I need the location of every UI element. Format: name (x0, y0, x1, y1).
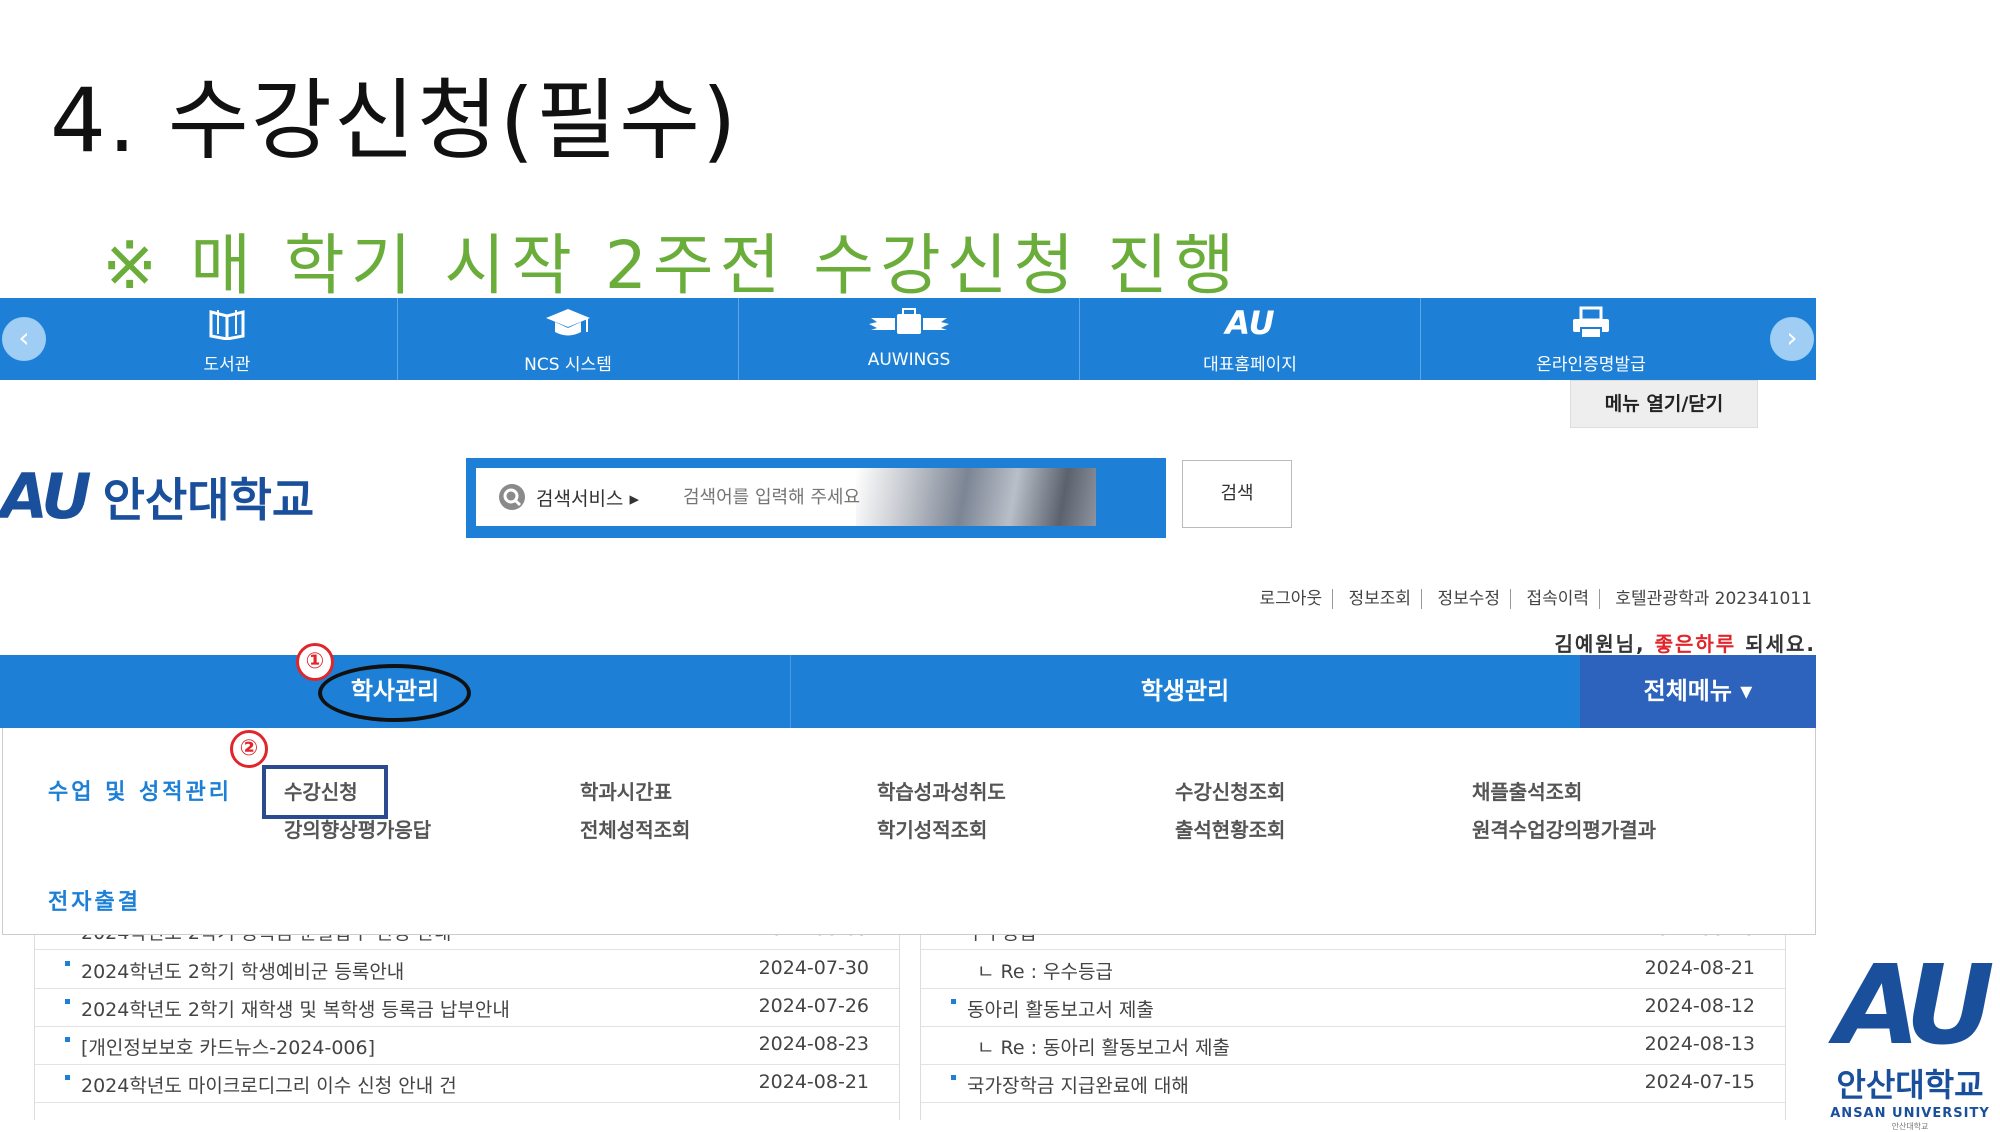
menu-course-registration[interactable]: 수강신청 (284, 776, 358, 805)
list-item[interactable]: 국가장학금 지급완료에 대해 2024-07-15 (921, 1064, 1785, 1103)
menu-chapel-attendance[interactable]: 채플출석조회 (1472, 776, 1582, 805)
info-edit-link[interactable]: 정보수정 (1427, 589, 1512, 609)
main-nav: 학사관리 학생관리 전체메뉴 ▾ (0, 655, 1816, 728)
brand-small: 안산대학교 (1891, 1122, 1929, 1131)
quick-link-label: 도서관 (203, 355, 251, 375)
briefcase-wings-icon (739, 298, 1079, 350)
search-box: 검색서비스 ▸ (466, 458, 1166, 538)
quick-link-homepage[interactable]: AU 대표홈페이지 (1080, 298, 1421, 380)
brand-logo: AU 안산대학교 ANSAN UNIVERSITY 안산대학교 (1830, 941, 1995, 1132)
au-logo-icon: AU (1225, 304, 1275, 342)
menu-remote-eval[interactable]: 원격수업강의평가결과 (1472, 814, 1656, 843)
greeting-highlight: 좋은하루 (1654, 632, 1737, 656)
quick-link-library[interactable]: 도서관 (57, 298, 398, 380)
all-menu-button[interactable]: 전체메뉴 ▾ (1580, 655, 1816, 728)
quick-link-certificate[interactable]: 온라인증명발급 (1421, 298, 1761, 380)
info-lookup-link[interactable]: 정보조회 (1338, 589, 1423, 609)
menu-timetable[interactable]: 학과시간표 (580, 776, 672, 805)
search-icon (498, 483, 526, 515)
brand-english: ANSAN UNIVERSITY (1830, 1106, 1990, 1121)
list-item[interactable]: 동아리 활동보고서 제출 2024-08-12 (921, 988, 1785, 1027)
utility-links: 로그아웃 정보조회 정보수정 접속이력 호텔관광학과 202341011 (1249, 584, 1812, 609)
slide-subtitle: ※ 매 학기 시작 2주전 수강신청 진행 (102, 227, 1241, 304)
tab-student-affairs[interactable]: 학생관리 (791, 655, 1579, 728)
slide-title: 4. 수강신청(필수) (50, 69, 739, 172)
annotation-number-1: ① (296, 643, 334, 681)
menu-registration-lookup[interactable]: 수강신청조회 (1175, 776, 1285, 805)
brand-mark: AU (1835, 941, 1995, 1069)
annotation-number-2: ② (230, 730, 268, 768)
list-item[interactable]: [개인정보보호 카드뉴스-2024-006] 2024-08-23 (35, 1026, 899, 1065)
list-item[interactable]: ㄴ Re : 우수등급 2024-08-21 (921, 950, 1785, 989)
printer-icon (1421, 298, 1761, 350)
menu-term-grades[interactable]: 학기성적조회 (877, 814, 987, 843)
list-item[interactable]: 2024학년도 2학기 학생예비군 등록안내 2024-07-30 (35, 950, 899, 989)
quick-link-bar: ‹ 도서관 NCS 시스템 AUWINGS AU 대표홈페이지 온라인증명발급 … (0, 298, 1816, 380)
search-button[interactable]: 검색 (1182, 460, 1292, 528)
search-service-label[interactable]: 검색서비스 ▸ (536, 484, 639, 511)
brand-name: 안산대학교 (1836, 1066, 1984, 1104)
category-e-attendance[interactable]: 전자출결 (48, 884, 141, 916)
logout-link[interactable]: 로그아웃 (1249, 589, 1334, 609)
quick-link-auwings[interactable]: AUWINGS (739, 298, 1080, 380)
menu-toggle-button[interactable]: 메뉴 열기/닫기 (1570, 380, 1758, 428)
menu-total-grades[interactable]: 전체성적조회 (580, 814, 690, 843)
menu-attendance-status[interactable]: 출석현황조회 (1175, 814, 1285, 843)
list-item[interactable]: 우수등급2024-08-20 (921, 935, 1785, 950)
menu-lecture-eval[interactable]: 강의향상평가응답 (284, 814, 431, 843)
notice-board-right: 우수등급2024-08-20 ㄴ Re : 우수등급2024-08-21 동아리… (920, 935, 1786, 1120)
book-icon (57, 298, 397, 350)
search-input[interactable] (681, 486, 945, 509)
access-history-link[interactable]: 접속이력 (1516, 589, 1600, 609)
list-item[interactable]: 2024학년도 2학기 재학생 및 복학생 등록금 납부안내 2024-07-26 (35, 988, 899, 1027)
highlight-oval (318, 664, 471, 722)
notice-board-left: 2024학년도 2학기 등록금 분할납부 신청 안내2024-08-05 202… (34, 935, 900, 1120)
graduation-cap-icon (398, 298, 738, 350)
greeting-message: 김예원님, 좋은하루 되세요. (1554, 628, 1816, 657)
list-item[interactable]: 2024학년도 마이크로디그리 이수 신청 안내 건 2024-08-21 (35, 1064, 899, 1103)
category-class-grades: 수업 및 성적관리 (48, 780, 232, 805)
quick-link-label: AUWINGS (867, 350, 951, 370)
quick-link-label: 대표홈페이지 (1203, 355, 1297, 375)
next-arrow-button[interactable]: › (1770, 317, 1814, 361)
logo-name: 안산대학교 (102, 472, 315, 527)
site-logo[interactable]: AU 안산대학교 (0, 460, 314, 533)
list-item[interactable]: 2024학년도 2학기 등록금 분할납부 신청 안내2024-08-05 (35, 935, 899, 950)
prev-arrow-button[interactable]: ‹ (2, 317, 46, 361)
menu-achievement[interactable]: 학습성과성취도 (877, 776, 1006, 805)
list-item[interactable]: ㄴ Re : 동아리 활동보고서 제출 2024-08-13 (921, 1026, 1785, 1065)
quick-link-label: NCS 시스템 (524, 355, 612, 375)
greeting-rest: 되세요. (1745, 632, 1816, 656)
quick-link-label: 온라인증명발급 (1536, 355, 1646, 375)
quick-link-ncs[interactable]: NCS 시스템 (398, 298, 739, 380)
greeting-name: 김예원님, (1554, 632, 1646, 656)
user-department-id: 호텔관광학과 202341011 (1615, 589, 1812, 609)
logo-mark: AU (0, 460, 92, 533)
